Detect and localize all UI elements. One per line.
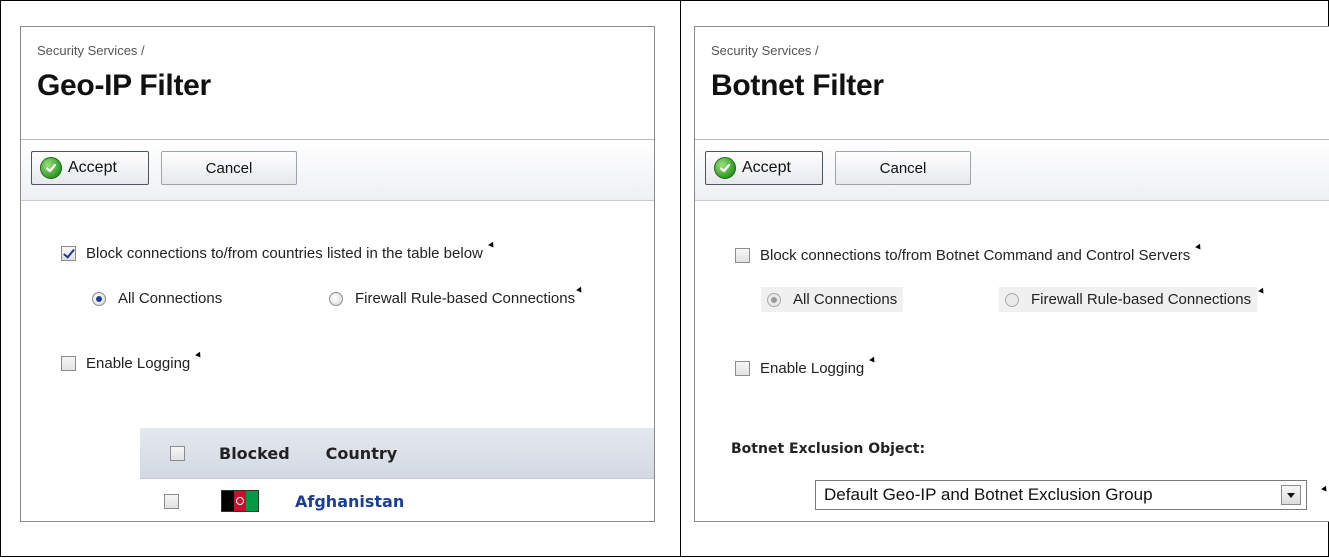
select-all-checkbox[interactable]	[170, 445, 185, 461]
check-circle-icon	[714, 157, 736, 179]
accept-label: Accept	[68, 159, 117, 176]
botnet-filter-panel: Security Services / Botnet Filter Accept…	[694, 26, 1329, 522]
check-circle-icon	[40, 157, 62, 179]
accept-label: Accept	[742, 159, 791, 176]
info-tip-icon[interactable]	[576, 286, 585, 295]
exclusion-object-label: Botnet Exclusion Object:	[731, 441, 926, 457]
radio-button-all[interactable]	[767, 292, 781, 307]
geo-ip-filter-panel: Security Services / Geo-IP Filter Accept…	[20, 26, 655, 522]
column-header-blocked[interactable]: Blocked	[219, 444, 290, 463]
exclusion-object-select[interactable]: Default Geo-IP and Botnet Exclusion Grou…	[815, 480, 1307, 510]
block-connections-label: Block connections to/from Botnet Command…	[760, 247, 1191, 264]
table-row: Afghanistan	[140, 479, 654, 521]
toolbar: Accept Cancel	[21, 139, 654, 201]
toolbar: Accept Cancel	[695, 139, 1329, 201]
info-tip-icon[interactable]	[487, 241, 496, 250]
column-header-country[interactable]: Country	[326, 444, 397, 463]
accept-button[interactable]: Accept	[705, 151, 823, 185]
dropdown-arrow-icon[interactable]	[1281, 485, 1301, 505]
afghanistan-flag-icon	[221, 490, 259, 512]
enable-logging-checkbox[interactable]	[61, 356, 76, 371]
cancel-button[interactable]: Cancel	[161, 151, 297, 185]
info-tip-icon[interactable]	[1195, 243, 1204, 252]
row-checkbox[interactable]	[164, 493, 179, 509]
radio-all-label: All Connections	[793, 291, 898, 308]
enable-logging-label: Enable Logging	[760, 360, 865, 377]
info-tip-icon[interactable]	[1321, 485, 1329, 494]
block-connections-row: Block connections to/from countries list…	[61, 241, 496, 262]
info-tip-icon[interactable]	[869, 356, 878, 365]
info-tip-icon[interactable]	[195, 351, 204, 360]
breadcrumb[interactable]: Security Services /	[711, 43, 819, 58]
block-connections-row: Block connections to/from Botnet Command…	[735, 243, 1204, 264]
page-title: Geo-IP Filter	[37, 69, 211, 102]
radio-button-firewall[interactable]	[1005, 292, 1019, 307]
breadcrumb[interactable]: Security Services /	[37, 43, 145, 58]
block-connections-label: Block connections to/from countries list…	[86, 245, 483, 262]
radio-all-label: All Connections	[118, 290, 223, 307]
country-table-header: Blocked Country	[140, 428, 654, 479]
radio-all-connections[interactable]: All Connections	[761, 287, 904, 312]
radio-firewall-connections[interactable]: Firewall Rule-based Connections	[329, 286, 585, 307]
accept-button[interactable]: Accept	[31, 151, 149, 185]
enable-logging-label: Enable Logging	[86, 355, 191, 372]
enable-logging-checkbox[interactable]	[735, 361, 750, 376]
exclusion-object-value: Default Geo-IP and Botnet Exclusion Grou…	[824, 485, 1153, 504]
block-connections-checkbox[interactable]	[61, 246, 76, 261]
page-title: Botnet Filter	[711, 69, 884, 102]
radio-button-all[interactable]	[92, 291, 106, 306]
enable-logging-row: Enable Logging	[61, 351, 204, 372]
radio-firewall-label: Firewall Rule-based Connections	[1031, 291, 1252, 308]
enable-logging-row: Enable Logging	[735, 356, 878, 377]
radio-button-firewall[interactable]	[329, 291, 343, 306]
block-connections-checkbox[interactable]	[735, 248, 750, 263]
radio-firewall-connections[interactable]: Firewall Rule-based Connections	[999, 287, 1267, 312]
radio-all-connections[interactable]: All Connections	[92, 290, 222, 307]
cancel-button[interactable]: Cancel	[835, 151, 971, 185]
info-tip-icon[interactable]	[1258, 287, 1267, 296]
radio-firewall-label: Firewall Rule-based Connections	[355, 290, 576, 307]
country-link[interactable]: Afghanistan	[295, 492, 404, 511]
